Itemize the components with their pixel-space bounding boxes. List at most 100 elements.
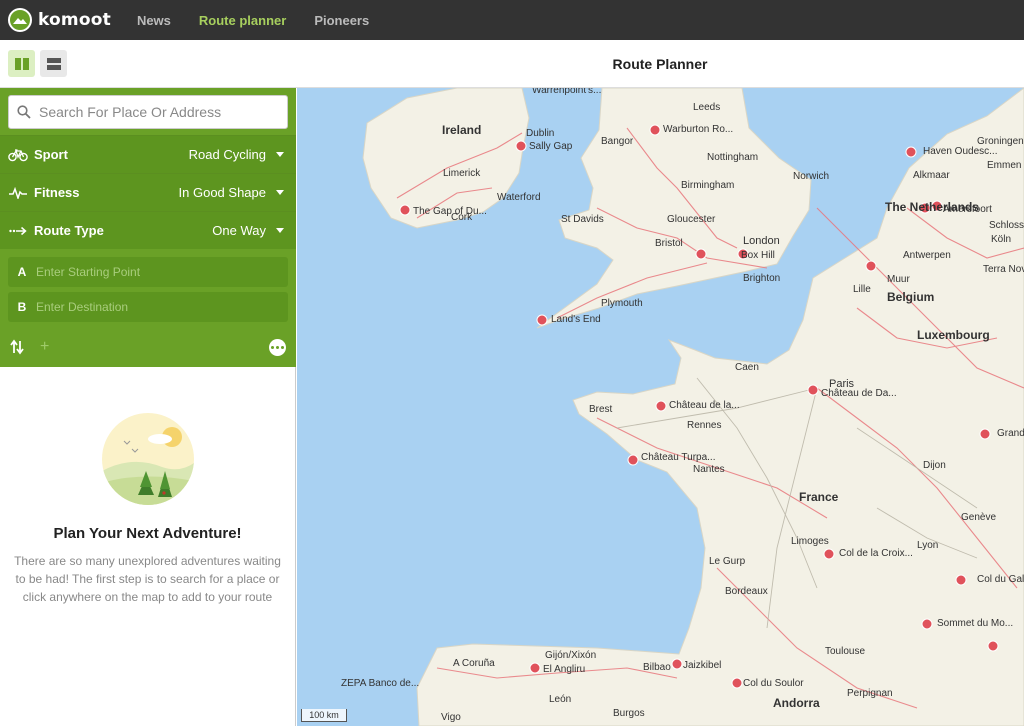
map-label-city: Lyon [917,540,939,551]
map-label-city: Bilbao [643,662,671,673]
map-label-city: Sally Gap [529,141,573,152]
fitness-value: In Good Shape [178,185,266,200]
map-label-city: El Angliru [543,664,586,675]
map-label-city: Plymouth [601,298,643,309]
map-label-city: Col du Soulor [743,678,804,689]
search-icon [17,105,31,119]
map-label-city: Château de Da... [821,388,897,399]
map-label-city: Amersfoort [943,204,992,215]
map-label-city: Terra Nova [983,264,1024,275]
map-label-city: Sommet du Mo... [937,618,1014,629]
map-label-city: Château de la... [669,400,740,411]
waypoint-letter-b: B [17,300,27,314]
map-label-city: Bristol [655,238,683,249]
map-label-country: France [799,490,839,504]
map-label-country: Luxembourg [917,328,990,342]
empty-state-text: There are so many unexplored adventures … [14,554,281,604]
map-label-city: Brest [589,404,613,415]
map-label-city: Perpignan [847,688,893,699]
page-title: Route Planner [612,56,708,72]
map-label-country: Andorra [773,696,820,710]
map-label-city: Warrenpoint's... [532,88,602,96]
map-label-city: Nantes [693,464,725,475]
planner-panel-footer: + [0,327,296,367]
route-type-value: One Way [212,223,266,238]
map-label-city: Burgos [613,708,645,719]
map-label-city: Leeds [693,102,721,113]
split-view-button[interactable] [8,50,35,77]
one-way-arrow-icon [8,223,28,239]
destination-placeholder: Enter Destination [36,300,129,314]
map-label-city: Vigo [441,712,461,723]
nav-news[interactable]: News [137,13,171,28]
starting-point-field[interactable]: A Enter Starting Point [8,257,288,287]
waypoints-list: A Enter Starting Point B Enter Destinati… [0,249,296,322]
search-input[interactable] [39,104,279,120]
chevron-down-icon [276,152,284,157]
map-label-city: Grand [997,428,1024,439]
chevron-down-icon [276,190,284,195]
map-canvas[interactable]: Ireland France Belgium Luxembourg The Ne… [297,88,1024,726]
map-terrain [362,88,1024,726]
map-label-city: Dublin [526,128,555,139]
destination-field[interactable]: B Enter Destination [8,292,288,322]
top-navigation-bar: komoot News Route planner Pioneers [0,0,1024,40]
chevron-down-icon [276,228,284,233]
swap-waypoints-icon[interactable] [10,339,24,355]
map-label-city: Muur [887,274,910,285]
map-label-capital: London [743,235,780,247]
map-label-city: Haven Oudesc... [923,146,998,157]
adventure-illustration [101,413,194,505]
empty-state: Plan Your Next Adventure! There are so m… [0,367,295,606]
route-type-label: Route Type [34,223,104,238]
map-label-city: Col de la Croix... [839,548,913,559]
nav-pioneers[interactable]: Pioneers [314,13,369,28]
map-label-city: Col du Gal [977,574,1024,585]
pulse-icon [8,185,28,201]
full-view-icon [46,57,61,70]
logo-text: komoot [38,10,111,30]
search-box[interactable] [8,95,288,129]
map-label-city: Groningen [977,136,1024,147]
map-label-city: Brighton [743,273,781,284]
map-label-city: The Gap of Du... [413,206,487,217]
split-view-icon [14,57,29,70]
nav-route-planner[interactable]: Route planner [199,13,286,28]
map-label-city: Limoges [791,536,829,547]
map-label-city: Box Hill [741,250,775,261]
map-label-city: ZEPA Banco de... [341,678,420,689]
map-label-city: Bangor [601,136,634,147]
map-label-city: St Davids [561,214,604,225]
waypoint-letter-a: A [17,265,27,279]
map-label-city: Köln [991,234,1012,245]
map-label-city: León [549,694,572,705]
full-map-view-button[interactable] [40,50,67,77]
map-label-city: Schloss [989,220,1024,231]
map-label-city: Birmingham [681,180,735,191]
empty-state-title: Plan Your Next Adventure! [53,525,242,542]
route-type-selector[interactable]: Route Type One Way [0,211,296,249]
komoot-logo[interactable]: komoot [8,8,111,32]
map-label-country: Belgium [887,290,935,304]
map-label-city: Château Turpa... [641,452,716,463]
sport-label: Sport [34,147,68,162]
map-label-city: Gijón/Xixón [545,650,597,661]
fitness-selector[interactable]: Fitness In Good Shape [0,173,296,211]
sport-selector[interactable]: Sport Road Cycling [0,135,296,173]
fitness-label: Fitness [34,185,80,200]
map-label-city: Le Gurp [709,556,746,567]
map-label-city: Norwich [793,171,830,182]
add-waypoint-button[interactable]: + [40,338,49,356]
map-label-city: Limerick [443,168,481,179]
more-options-button[interactable] [269,339,286,356]
sport-value: Road Cycling [188,147,266,162]
map-label-city: A Coruña [453,658,495,669]
map-label-city: Nottingham [707,152,759,163]
map-label-city: Rennes [687,420,722,431]
map-label-city: Antwerpen [903,250,951,261]
map-label-city: Caen [735,362,759,373]
map-label-city: Bordeaux [725,586,768,597]
map-label-city: Lille [853,284,871,295]
mountain-logo-icon [8,8,32,32]
map-label-city: Land's End [551,314,601,325]
